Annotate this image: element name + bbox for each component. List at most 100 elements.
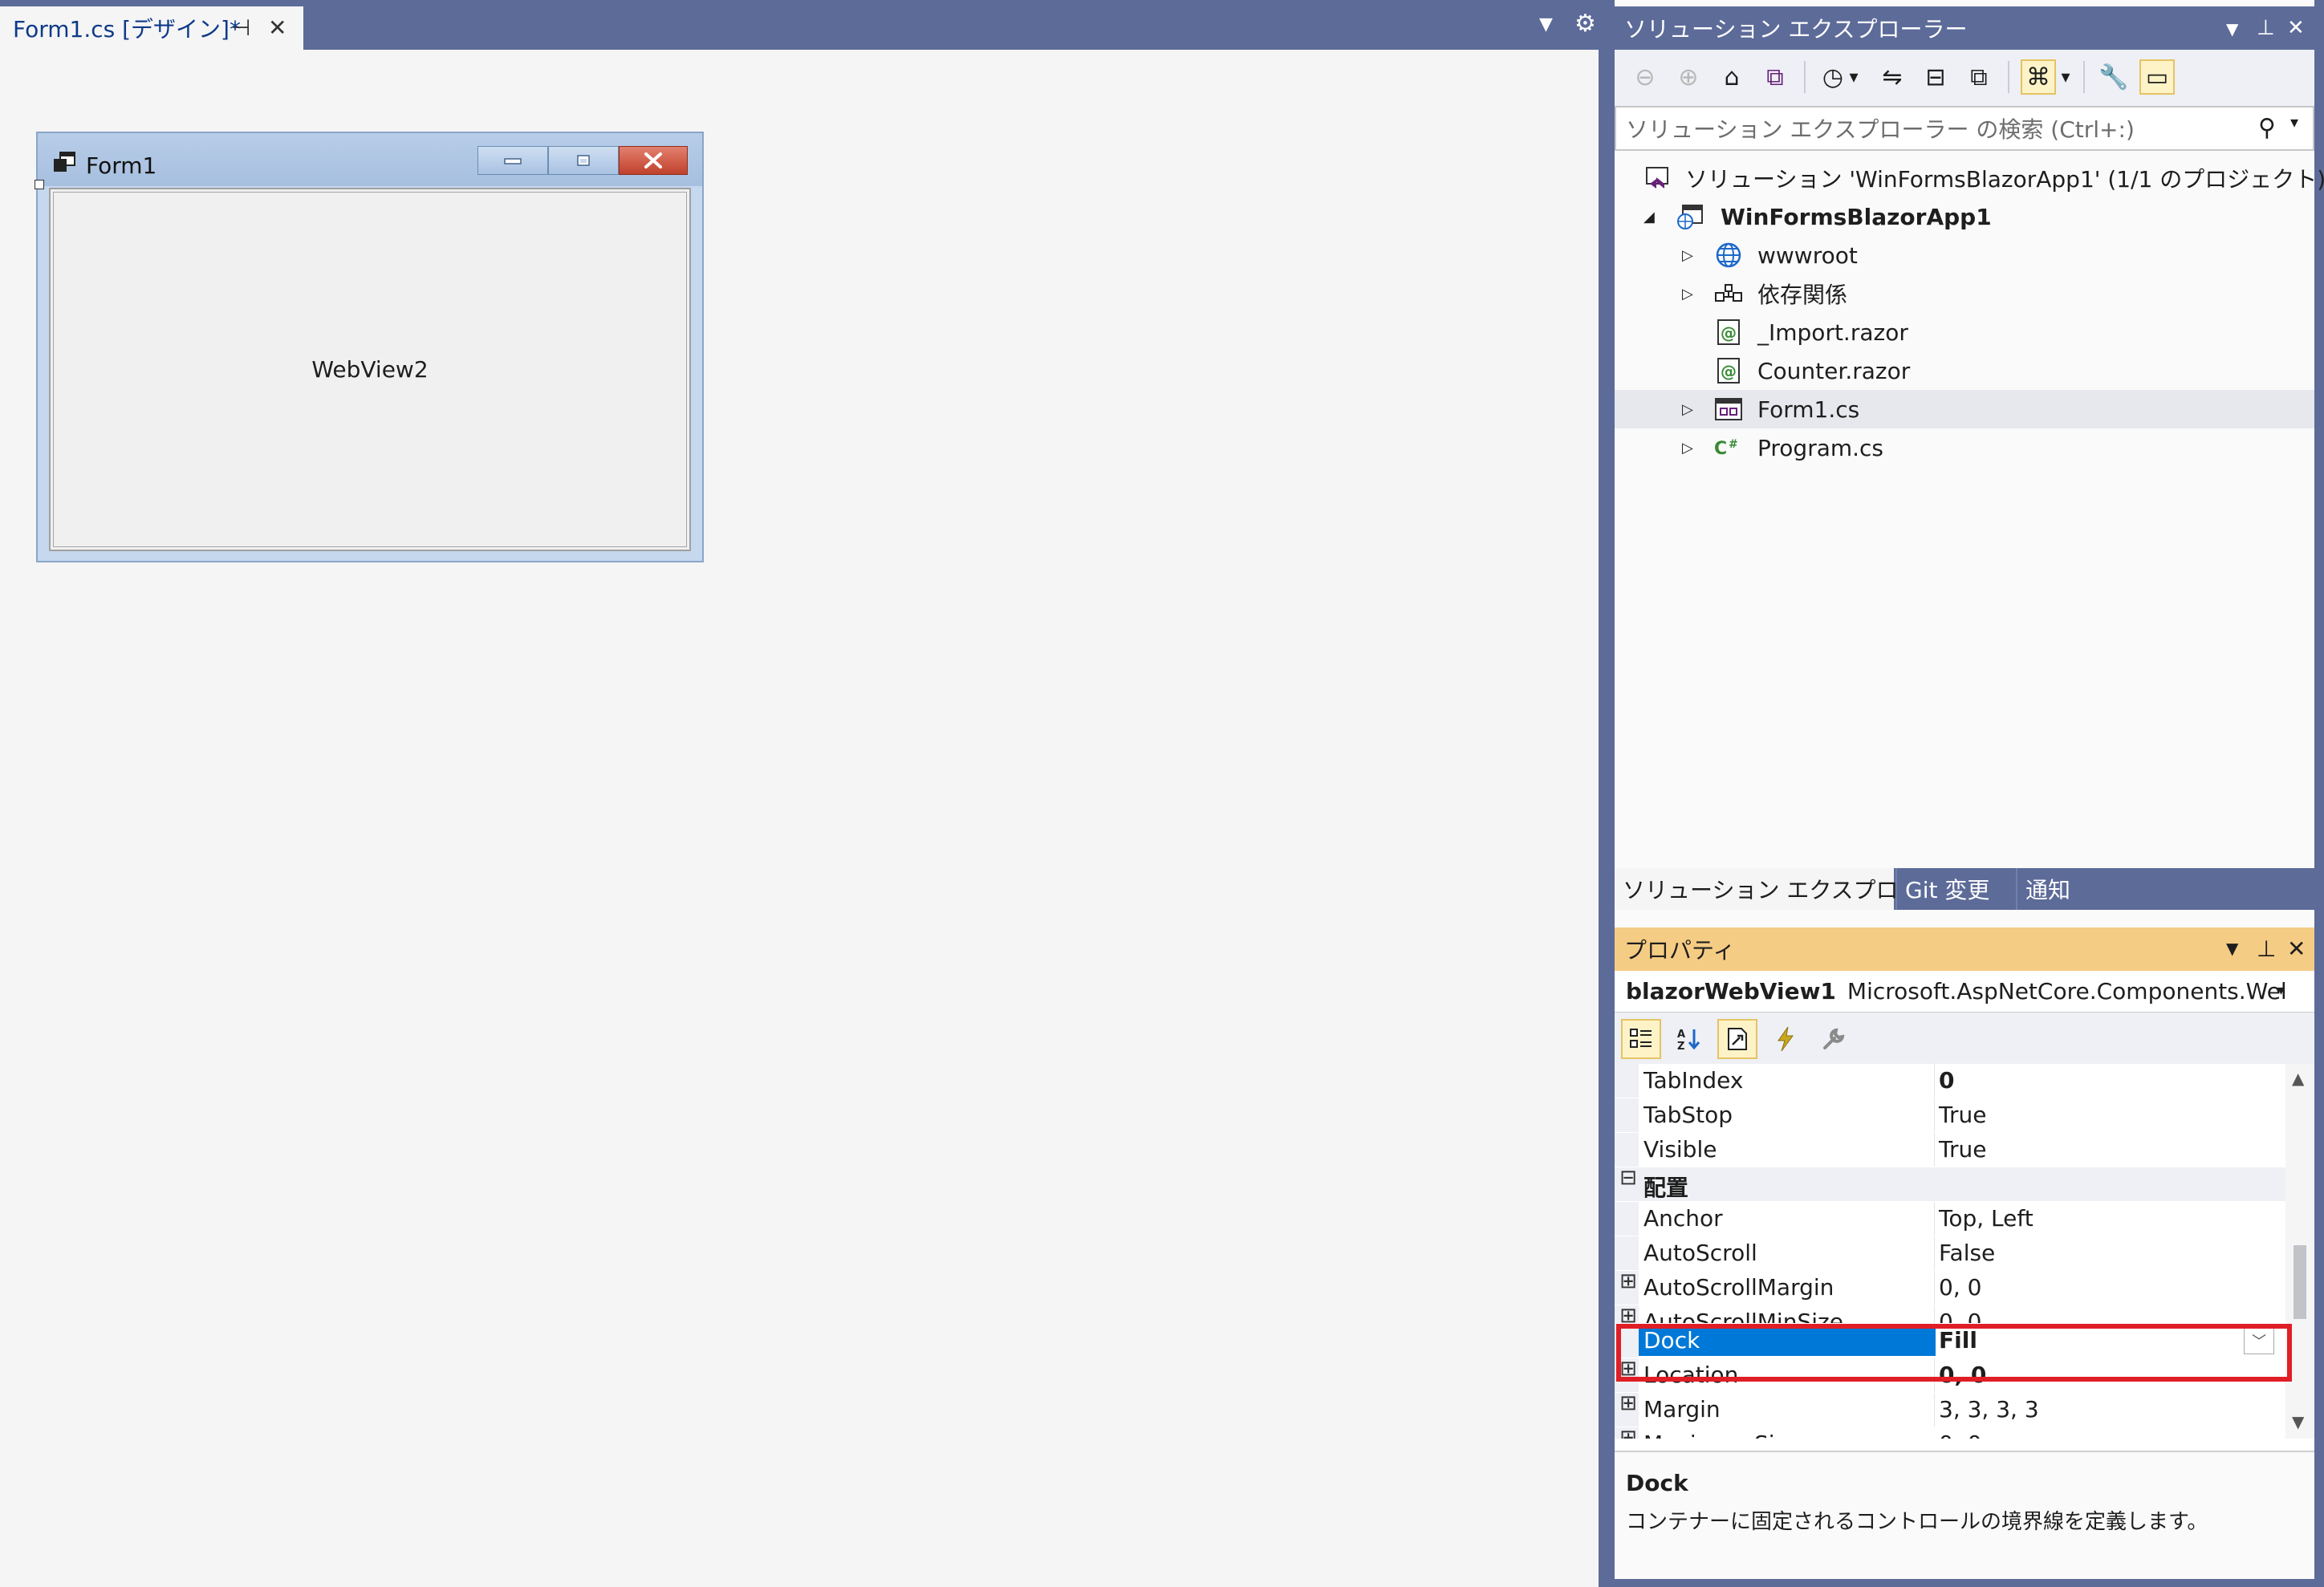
forward-icon[interactable]: ⊕ xyxy=(1671,59,1706,95)
property-value[interactable]: True xyxy=(1939,1102,1986,1128)
tree-item-program-cs[interactable]: ▷ C # Program.cs xyxy=(1615,428,2314,467)
filter-dropdown-icon[interactable]: ▾ xyxy=(1844,59,1863,95)
pin-icon[interactable]: ⊥ xyxy=(2257,16,2275,40)
property-pages-button[interactable] xyxy=(1814,1019,1854,1059)
events-button[interactable] xyxy=(1765,1019,1806,1059)
globe-icon xyxy=(1714,241,1743,270)
properties-view-button[interactable] xyxy=(1717,1019,1757,1059)
property-value[interactable]: 3, 3, 3, 3 xyxy=(1939,1396,2039,1423)
property-row-maximumsize[interactable]: ⊞ MaximumSize 0, 0 xyxy=(1615,1427,2285,1439)
maximize-button[interactable] xyxy=(548,146,619,175)
home-icon[interactable]: ⌂ xyxy=(1714,59,1749,95)
expand-icon[interactable]: ⊞ xyxy=(1619,1393,1637,1414)
tree-item-label: wwwroot xyxy=(1757,242,1858,269)
object-selector-dropdown[interactable]: blazorWebView1 Microsoft.AspNetCore.Comp… xyxy=(1615,971,2314,1013)
category-row-layout[interactable]: ⊟ 配置 xyxy=(1615,1167,2285,1201)
collapsed-arrow-icon[interactable]: ▷ xyxy=(1682,247,1693,264)
show-all-files-icon[interactable]: ⧉ xyxy=(1961,59,1997,95)
column-divider xyxy=(1934,1305,1935,1323)
designer-surface[interactable]: Form1 WebView2 xyxy=(0,50,1599,1587)
solution-icon xyxy=(1643,164,1672,193)
property-row-margin[interactable]: ⊞ Margin 3, 3, 3, 3 xyxy=(1615,1393,2285,1427)
tree-view-icon[interactable]: ⌘ xyxy=(2021,59,2056,95)
tree-view-dropdown-icon[interactable]: ▾ xyxy=(2056,59,2075,95)
tab-list-dropdown-icon[interactable]: ▼ xyxy=(1539,14,1553,34)
expand-icon[interactable]: ⊞ xyxy=(1619,1427,1637,1439)
window-position-dropdown-icon[interactable]: ▼ xyxy=(2226,939,2238,958)
property-row-anchor[interactable]: Anchor Top, Left xyxy=(1615,1202,2285,1236)
property-value[interactable]: False xyxy=(1939,1240,1995,1266)
property-value[interactable]: Top, Left xyxy=(1939,1205,2034,1232)
search-icon[interactable]: ⚲ xyxy=(2258,114,2276,142)
close-button[interactable] xyxy=(619,146,688,175)
tab-solution-explorer[interactable]: ソリューション エクスプローラー xyxy=(1615,868,1966,910)
selection-handle[interactable] xyxy=(35,180,44,189)
property-row-autoscroll[interactable]: AutoScroll False xyxy=(1615,1236,2285,1270)
property-name: Margin xyxy=(1643,1396,1721,1423)
back-icon[interactable]: ⊖ xyxy=(1627,59,1663,95)
property-row-tabindex[interactable]: TabIndex 0 xyxy=(1615,1064,2285,1098)
tree-item-dependencies[interactable]: ▷ 依存関係 xyxy=(1615,274,2314,313)
close-icon[interactable]: ✕ xyxy=(268,14,286,42)
solution-explorer-search-input[interactable]: ソリューション エクスプローラー の検索 (Ctrl+:) ⚲ ▾ xyxy=(1615,106,2314,151)
property-value[interactable]: 0 xyxy=(1939,1067,1954,1094)
collapsed-arrow-icon[interactable]: ▷ xyxy=(1682,286,1693,302)
form1-window[interactable]: Form1 WebView2 xyxy=(35,132,704,562)
property-row-autoscrollminsize[interactable]: ⊞ AutoScrollMinSize 0, 0 xyxy=(1615,1305,2285,1323)
dependencies-icon xyxy=(1714,279,1743,308)
tree-item-project[interactable]: ◢ WinFormsBlazorApp1 xyxy=(1615,197,2314,236)
tree-item-solution[interactable]: ソリューション 'WinFormsBlazorApp1' (1/1 のプロジェク… xyxy=(1615,159,2324,197)
form-titlebar: Form1 xyxy=(38,133,702,186)
close-icon[interactable]: ✕ xyxy=(2287,936,2306,962)
property-name: AutoScrollMinSize xyxy=(1643,1309,1843,1323)
wrench-icon[interactable]: 🔧 xyxy=(2096,59,2131,95)
category-name: 配置 xyxy=(1643,1175,1689,1201)
switch-views-icon[interactable]: ⧉ xyxy=(1757,59,1793,95)
tree-item-import-razor[interactable]: @ _Import.razor xyxy=(1615,313,2314,351)
tree-item-form1-cs[interactable]: ▷ Form1.cs xyxy=(1615,390,2314,428)
gear-icon[interactable]: ⚙ xyxy=(1574,10,1596,38)
column-divider xyxy=(1934,1133,1935,1167)
close-icon[interactable]: ✕ xyxy=(2287,16,2305,40)
webview2-control[interactable]: WebView2 xyxy=(49,188,691,551)
scrollbar-thumb[interactable] xyxy=(2294,1245,2306,1319)
expanded-arrow-icon[interactable]: ◢ xyxy=(1643,209,1655,225)
tree-item-counter-razor[interactable]: @ Counter.razor xyxy=(1615,351,2314,390)
scroll-up-icon[interactable]: ▲ xyxy=(2292,1069,2304,1088)
chevron-down-icon[interactable]: ▾ xyxy=(2277,982,2285,999)
property-value[interactable]: 0, 0 xyxy=(1939,1309,1981,1323)
property-row-autoscrollmargin[interactable]: ⊞ AutoScrollMargin 0, 0 xyxy=(1615,1271,2285,1305)
property-description-pane: Dock コンテナーに固定されるコントロールの境界線を定義します。 xyxy=(1615,1451,2314,1579)
sync-icon[interactable]: ⇋ xyxy=(1875,59,1910,95)
property-row-visible[interactable]: Visible True xyxy=(1615,1133,2285,1167)
property-value[interactable]: True xyxy=(1939,1136,1986,1163)
window-position-dropdown-icon[interactable]: ▼ xyxy=(2226,19,2238,39)
tab-notifications[interactable]: 通知 xyxy=(2016,868,2088,910)
property-value[interactable]: 0, 0 xyxy=(1939,1274,1981,1301)
svg-text:@: @ xyxy=(1721,362,1737,381)
expand-icon[interactable]: ⊞ xyxy=(1619,1305,1637,1323)
search-options-dropdown-icon[interactable]: ▾ xyxy=(2290,112,2311,132)
project-icon xyxy=(1676,202,1704,231)
pin-icon[interactable]: ⊣ xyxy=(231,14,250,42)
preview-selected-items-icon[interactable]: ▭ xyxy=(2139,59,2175,95)
alphabetical-button[interactable]: AZ xyxy=(1669,1019,1709,1059)
scroll-down-icon[interactable]: ▼ xyxy=(2292,1412,2304,1431)
tab-form1-design[interactable]: Form1.cs [デザイン]* ⊣ ✕ xyxy=(0,6,303,50)
toolbar-separator xyxy=(2008,61,2009,93)
tree-item-wwwroot[interactable]: ▷ wwwroot xyxy=(1615,236,2314,274)
collapse-all-icon[interactable]: ⊟ xyxy=(1918,59,1953,95)
expand-icon[interactable]: ⊞ xyxy=(1619,1271,1637,1292)
property-value[interactable]: 0, 0 xyxy=(1939,1431,1981,1439)
property-row-tabstop[interactable]: TabStop True xyxy=(1615,1098,2285,1132)
categorized-button[interactable] xyxy=(1621,1019,1661,1059)
collapsed-arrow-icon[interactable]: ▷ xyxy=(1682,440,1693,457)
pin-icon[interactable]: ⊥ xyxy=(2257,936,2276,962)
collapsed-arrow-icon[interactable]: ▷ xyxy=(1682,401,1693,418)
tab-label: Form1.cs [デザイン]* xyxy=(13,16,241,43)
property-grid-scrollbar[interactable]: ▲ ▼ xyxy=(2285,1064,2314,1439)
collapse-icon[interactable]: ⊟ xyxy=(1619,1167,1637,1188)
tab-git-changes[interactable]: Git 変更 xyxy=(1895,868,2014,910)
minimize-button[interactable] xyxy=(477,146,548,175)
razor-icon: @ xyxy=(1714,318,1743,347)
